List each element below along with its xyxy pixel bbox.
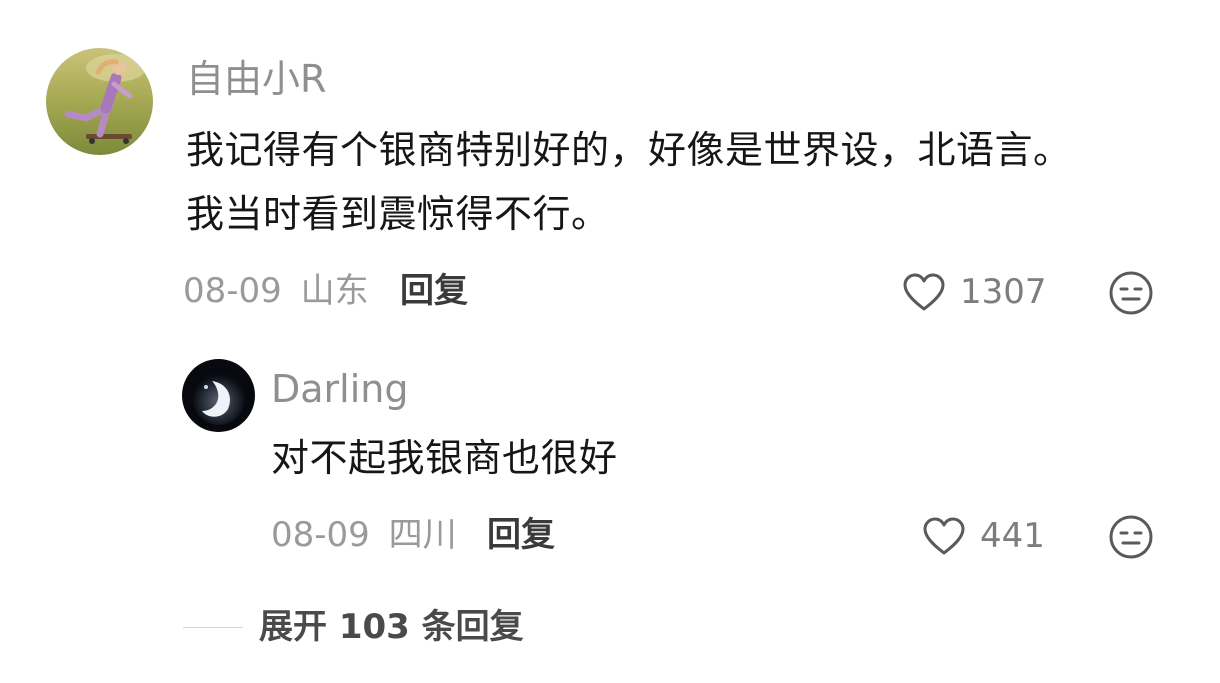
reply-meta: 08-09 四川 [271,518,457,552]
comment-date: 08-09 [183,271,282,311]
username[interactable]: 自由小R [186,60,326,98]
meh-face-icon [1109,271,1153,315]
reply-location: 四川 [388,515,457,555]
meh-face-icon [1109,515,1153,559]
reply-button[interactable]: 回复 [487,518,555,552]
comment-location: 山东 [300,271,369,311]
like-count: 441 [980,516,1045,556]
avatar[interactable] [46,48,153,155]
reply-date: 08-09 [271,515,370,555]
comment-text-line: 我当时看到震惊得不行。 [186,192,610,236]
reply-text: 对不起我银商也很好 [271,436,618,480]
heart-icon [923,517,965,555]
heart-icon [903,273,945,311]
avatar[interactable] [182,359,255,432]
expand-divider [183,626,243,628]
like-button[interactable]: 1307 [902,272,1047,312]
reaction-button[interactable] [1108,270,1154,320]
like-count: 1307 [960,272,1047,312]
expand-replies-label: 展开 103 条回复 [259,607,524,647]
comment-text: 我记得有个银商特别好的，好像是世界设，北语言。 我当时看到震惊得不行。 [186,118,1186,246]
like-button[interactable]: 441 [922,516,1045,556]
comment-meta: 08-09 山东 [183,274,369,308]
reply-button[interactable]: 回复 [400,274,468,308]
avatar-moon-photo [182,359,255,432]
reaction-button[interactable] [1108,514,1154,564]
avatar-runner-photo [46,48,153,155]
username[interactable]: Darling [271,370,409,408]
comment-text-line: 我记得有个银商特别好的，好像是世界设，北语言。 [186,128,1072,172]
expand-replies-button[interactable]: 展开 103 条回复 [183,610,524,644]
